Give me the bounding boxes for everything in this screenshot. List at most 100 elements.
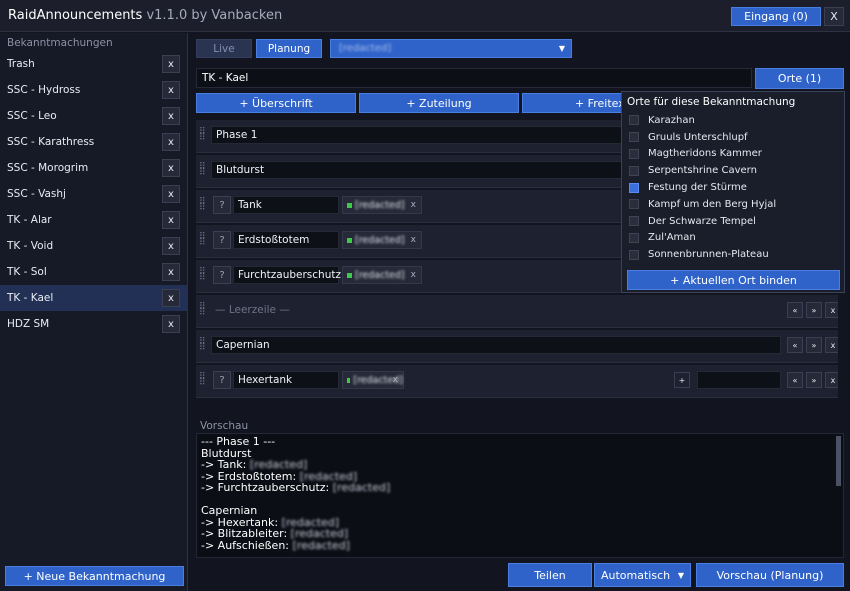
tab-live[interactable]: Live xyxy=(196,39,252,58)
sidebar-item[interactable]: Trash x xyxy=(0,51,188,77)
checkbox-icon[interactable] xyxy=(629,165,639,176)
checkbox-icon[interactable] xyxy=(629,148,639,159)
role-field[interactable]: Erdstoßtotem xyxy=(233,231,339,249)
preview-scrollbar[interactable] xyxy=(836,436,841,486)
inbox-button[interactable]: Eingang (0) xyxy=(731,7,821,26)
help-button[interactable]: ? xyxy=(213,371,231,389)
new-announcement-button[interactable]: + Neue Bekanntmachung xyxy=(5,566,184,586)
place-option[interactable]: Festung der Stürme xyxy=(629,179,839,196)
share-button[interactable]: Teilen xyxy=(508,563,592,587)
drag-handle-icon[interactable]: ⠿ ⠿ xyxy=(199,233,207,248)
add-heading-button[interactable]: + Überschrift xyxy=(196,93,356,113)
sidebar-item[interactable]: SSC - Karathress x xyxy=(0,129,188,155)
role-field[interactable]: Tank xyxy=(233,196,339,214)
assigned-players[interactable]: [redacted] x xyxy=(342,371,404,389)
preview-line-text: -> Aufschießen: xyxy=(201,538,293,552)
remove-row-button[interactable]: x xyxy=(825,372,838,388)
remove-row-button[interactable]: x xyxy=(825,302,838,318)
drag-handle-icon[interactable]: ⠿ ⠿ xyxy=(199,128,207,143)
remove-player-icon[interactable]: x xyxy=(411,200,416,210)
remove-announcement-button[interactable]: x xyxy=(162,315,180,333)
move-up-button[interactable]: « xyxy=(787,302,803,318)
remove-row-button[interactable]: x xyxy=(825,337,838,353)
preview-line: -> Aufschießen: [redacted] xyxy=(201,538,390,552)
preview-planning-button[interactable]: Vorschau (Planung) xyxy=(696,563,844,587)
drag-handle-icon[interactable]: ⠿ ⠿ xyxy=(199,338,207,353)
sidebar-item[interactable]: TK - Kael x xyxy=(0,285,188,311)
remove-announcement-button[interactable]: x xyxy=(162,237,180,255)
sidebar-item[interactable]: TK - Alar x xyxy=(0,207,188,233)
sidebar-item[interactable]: HDZ SM x xyxy=(0,311,188,337)
sidebar: Bekanntmachungen Trash x SSC - Hydross x SSC… xyxy=(0,33,188,591)
sidebar-item[interactable]: SSC - Leo x xyxy=(0,103,188,129)
remove-announcement-button[interactable]: x xyxy=(162,159,180,177)
announcement-list: Trash x SSC - Hydross x SSC - Leo x SSC - Kara… xyxy=(0,51,188,337)
remove-player-icon[interactable]: x xyxy=(393,375,398,385)
sidebar-item[interactable]: SSC - Hydross x xyxy=(0,77,188,103)
move-up-button[interactable]: « xyxy=(787,372,803,388)
checkbox-icon[interactable] xyxy=(629,132,639,143)
checkbox-icon[interactable] xyxy=(629,232,639,243)
remove-player-icon[interactable]: x xyxy=(411,270,416,280)
remove-announcement-button[interactable]: x xyxy=(162,107,180,125)
remove-announcement-button[interactable]: x xyxy=(162,133,180,151)
role-field[interactable]: Furchtzauberschutz xyxy=(233,266,341,284)
sidebar-item[interactable]: TK - Sol x xyxy=(0,259,188,285)
place-option-label: Zul'Aman xyxy=(648,232,696,244)
tab-planning[interactable]: Planung xyxy=(256,39,322,58)
remove-player-icon[interactable]: x xyxy=(411,235,416,245)
heading-text-field[interactable]: Capernian xyxy=(211,336,781,354)
drag-handle-icon[interactable]: ⠿ ⠿ xyxy=(199,268,207,283)
add-assignment-button[interactable]: + Zuteilung xyxy=(359,93,519,113)
assigned-players[interactable]: [redacted] x xyxy=(342,231,422,249)
remove-announcement-button[interactable]: x xyxy=(162,211,180,229)
extra-field[interactable] xyxy=(697,371,781,389)
mode-select[interactable]: Automatisch ▼ xyxy=(594,563,691,587)
move-up-button[interactable]: « xyxy=(787,337,803,353)
help-button[interactable]: ? xyxy=(213,266,231,284)
drag-handle-icon[interactable]: ⠿ ⠿ xyxy=(199,303,207,318)
remove-announcement-button[interactable]: x xyxy=(162,185,180,203)
remove-announcement-button[interactable]: x xyxy=(162,55,180,73)
place-option[interactable]: Sonnenbrunnen-Plateau xyxy=(629,246,839,263)
places-button[interactable]: Orte (1) xyxy=(755,68,844,89)
checkbox-icon[interactable] xyxy=(629,199,639,210)
heading-row: ⠿ ⠿ Capernian «» x xyxy=(196,330,838,363)
checkbox-icon[interactable] xyxy=(629,216,639,227)
sidebar-item-label: SSC - Hydross xyxy=(7,84,81,96)
drag-handle-icon[interactable]: ⠿ ⠿ xyxy=(199,198,207,213)
remove-announcement-button[interactable]: x xyxy=(162,263,180,281)
bind-current-place-button[interactable]: + Aktuellen Ort binden xyxy=(627,270,840,290)
place-option-label: Karazhan xyxy=(648,114,695,126)
move-down-button[interactable]: » xyxy=(806,337,822,353)
remove-announcement-button[interactable]: x xyxy=(162,289,180,307)
assigned-player-name: [redacted] xyxy=(355,199,405,211)
checkbox-icon[interactable] xyxy=(629,182,639,193)
place-option[interactable]: Serpentshrine Cavern xyxy=(629,162,839,179)
help-button[interactable]: ? xyxy=(213,231,231,249)
place-option[interactable]: Zul'Aman xyxy=(629,230,839,247)
move-down-button[interactable]: » xyxy=(806,372,822,388)
place-option[interactable]: Magtheridons Kammer xyxy=(629,146,839,163)
drag-handle-icon[interactable]: ⠿ ⠿ xyxy=(199,373,207,388)
checkbox-icon[interactable] xyxy=(629,115,639,126)
assigned-players[interactable]: [redacted] x xyxy=(342,196,422,214)
move-down-button[interactable]: » xyxy=(806,302,822,318)
assigned-players[interactable]: [redacted] x xyxy=(342,266,422,284)
checkbox-icon[interactable] xyxy=(629,249,639,260)
role-field[interactable]: Hexertank xyxy=(233,371,339,389)
place-option[interactable]: Kampf um den Berg Hyjal xyxy=(629,196,839,213)
announcement-title-field[interactable]: TK - Kael xyxy=(196,68,752,88)
close-button[interactable]: X xyxy=(824,7,844,26)
add-slot-button[interactable]: + xyxy=(674,372,690,388)
place-option[interactable]: Karazhan xyxy=(629,112,839,129)
channel-select[interactable]: [redacted] ▼ xyxy=(330,39,572,58)
remove-announcement-button[interactable]: x xyxy=(162,81,180,99)
help-button[interactable]: ? xyxy=(213,196,231,214)
sidebar-item[interactable]: TK - Void x xyxy=(0,233,188,259)
sidebar-item[interactable]: SSC - Vashj x xyxy=(0,181,188,207)
drag-handle-icon[interactable]: ⠿ ⠿ xyxy=(199,163,207,178)
place-option[interactable]: Der Schwarze Tempel xyxy=(629,213,839,230)
sidebar-item[interactable]: SSC - Morogrim x xyxy=(0,155,188,181)
place-option[interactable]: Gruuls Unterschlupf xyxy=(629,129,839,146)
